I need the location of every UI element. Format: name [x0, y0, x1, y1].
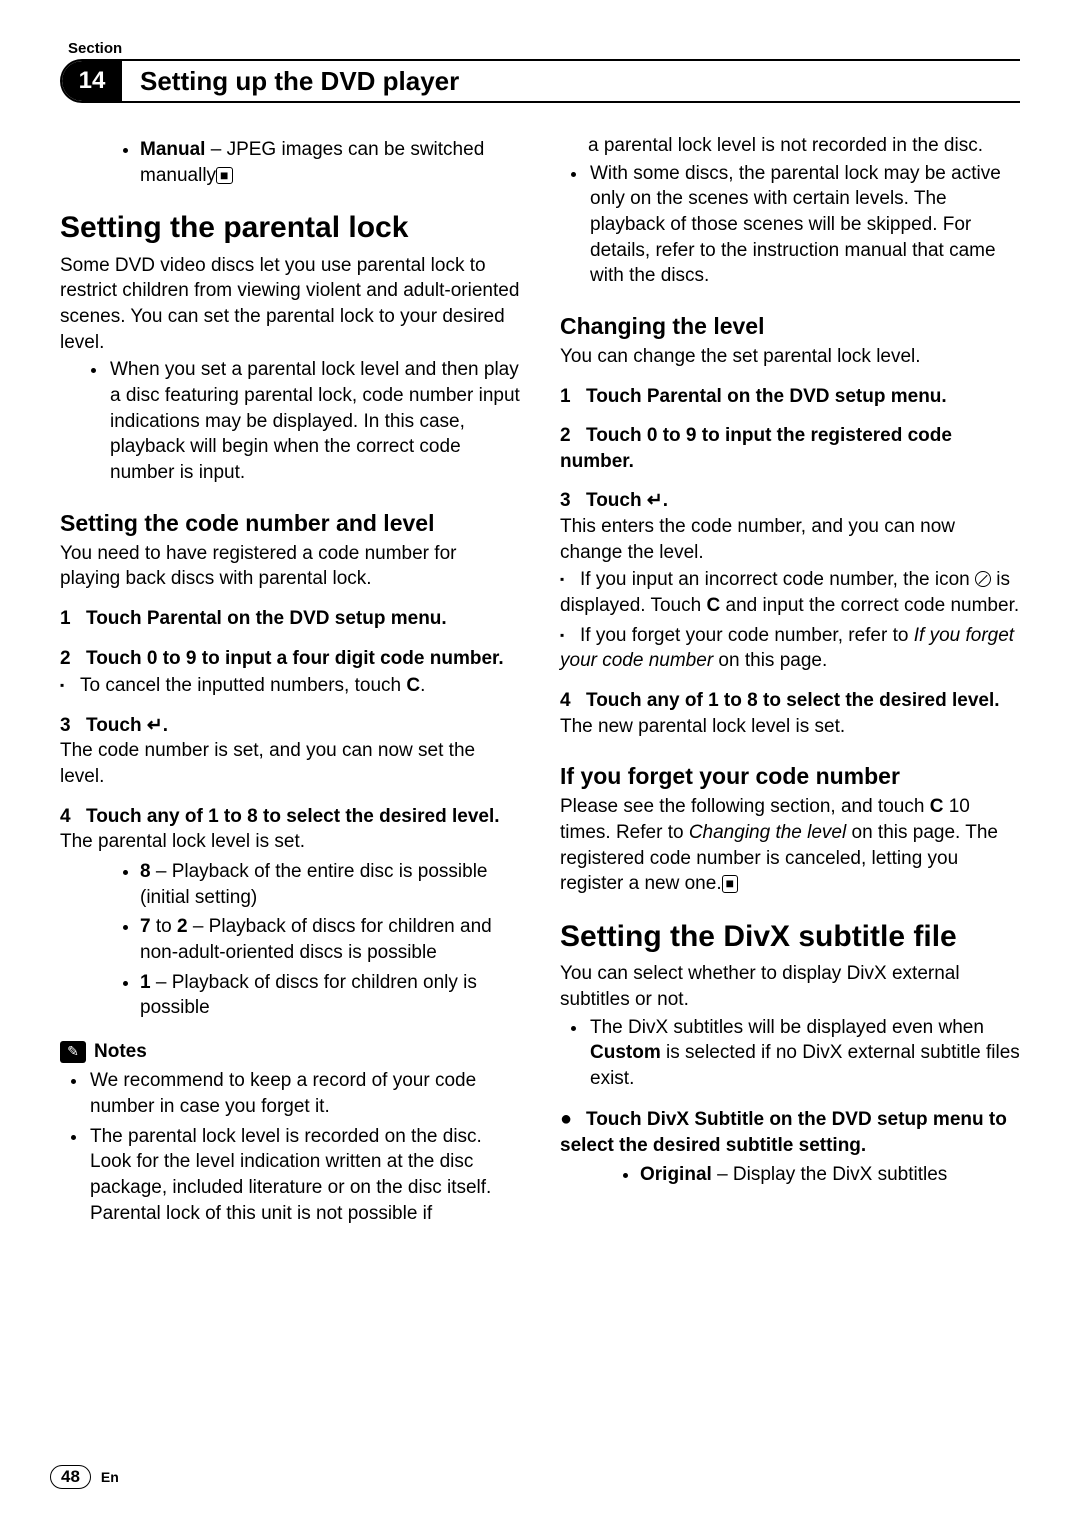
manual-bullet: Manual – JPEG images can be switched man…	[140, 137, 520, 188]
csub-2: If you forget your code number, refer to…	[560, 623, 1020, 674]
cstep-3: 3Touch ↵.	[560, 488, 1020, 514]
heading-changing-level: Changing the level	[560, 311, 1020, 342]
stop-icon: ■	[722, 875, 738, 892]
right-column: a parental lock level is not recorded in…	[560, 133, 1020, 1230]
step-2-sub: To cancel the inputted numbers, touch C.	[60, 673, 520, 699]
cstep-1: 1Touch Parental on the DVD setup menu.	[560, 384, 1020, 410]
left-column: Manual – JPEG images can be switched man…	[60, 133, 520, 1230]
page-footer: 48 En	[50, 1465, 119, 1489]
cstep-4-body: The new parental lock level is set.	[560, 714, 1020, 740]
step-2: 2Touch 0 to 9 to input a four digit code…	[60, 646, 520, 672]
forget-body: Please see the following section, and to…	[560, 794, 1020, 897]
parental-intro: Some DVD video discs let you use parenta…	[60, 253, 520, 356]
page-number: 48	[50, 1465, 91, 1489]
pencil-icon: ✎	[60, 1041, 86, 1063]
notes-header: ✎ Notes	[60, 1039, 520, 1065]
step-3-body: The code number is set, and you can now …	[60, 738, 520, 789]
heading-code-level: Setting the code number and level	[60, 508, 520, 539]
note-2-cont: a parental lock level is not recorded in…	[560, 133, 1020, 159]
divx-step: ●Touch DivX Subtitle on the DVD setup me…	[560, 1106, 1020, 1159]
level-1: 1 – Playback of discs for children only …	[140, 970, 520, 1021]
divx-original: Original – Display the DivX subtitles	[640, 1162, 1020, 1188]
level-7-2: 7 to 2 – Playback of discs for children …	[140, 914, 520, 965]
stop-icon: ■	[216, 167, 232, 184]
step-3: 3Touch ↵.	[60, 713, 520, 739]
step-4-body: The parental lock level is set.	[60, 829, 520, 855]
level-8: 8 – Playback of the entire disc is possi…	[140, 859, 520, 910]
divx-bullet: The DivX subtitles will be displayed eve…	[588, 1015, 1020, 1092]
cstep-2: 2Touch 0 to 9 to input the registered co…	[560, 423, 1020, 474]
manual-label: Manual	[140, 139, 205, 160]
parental-note-bullet: When you set a parental lock level and t…	[108, 357, 520, 485]
chapter-header: 14 Setting up the DVD player	[60, 59, 1020, 103]
chapter-number: 14	[62, 61, 122, 101]
language-code: En	[101, 1469, 119, 1485]
heading-divx: Setting the DivX subtitle file	[560, 917, 1020, 958]
code-intro: You need to have registered a code numbe…	[60, 541, 520, 592]
note-1: We recommend to keep a record of your co…	[88, 1068, 520, 1119]
cstep-3-body: This enters the code number, and you can…	[560, 514, 1020, 565]
csub-1: If you input an incorrect code number, t…	[560, 567, 1020, 618]
note-3: With some discs, the parental lock may b…	[588, 161, 1020, 289]
note-2: The parental lock level is recorded on t…	[88, 1124, 520, 1227]
heading-parental-lock: Setting the parental lock	[60, 208, 520, 249]
enter-icon: ↵	[647, 490, 663, 511]
cstep-4: 4Touch any of 1 to 8 to select the desir…	[560, 688, 1020, 714]
step-1: 1Touch Parental on the DVD setup menu.	[60, 606, 520, 632]
chapter-title: Setting up the DVD player	[122, 66, 459, 97]
heading-forget-code: If you forget your code number	[560, 761, 1020, 792]
enter-icon: ↵	[147, 715, 163, 736]
prohibit-icon	[975, 571, 991, 587]
change-intro: You can change the set parental lock lev…	[560, 344, 1020, 370]
notes-label: Notes	[94, 1039, 147, 1065]
filled-circle-icon: ●	[560, 1106, 586, 1133]
section-label: Section	[68, 40, 1020, 57]
step-4: 4Touch any of 1 to 8 to select the desir…	[60, 804, 520, 830]
divx-intro: You can select whether to display DivX e…	[560, 961, 1020, 1012]
